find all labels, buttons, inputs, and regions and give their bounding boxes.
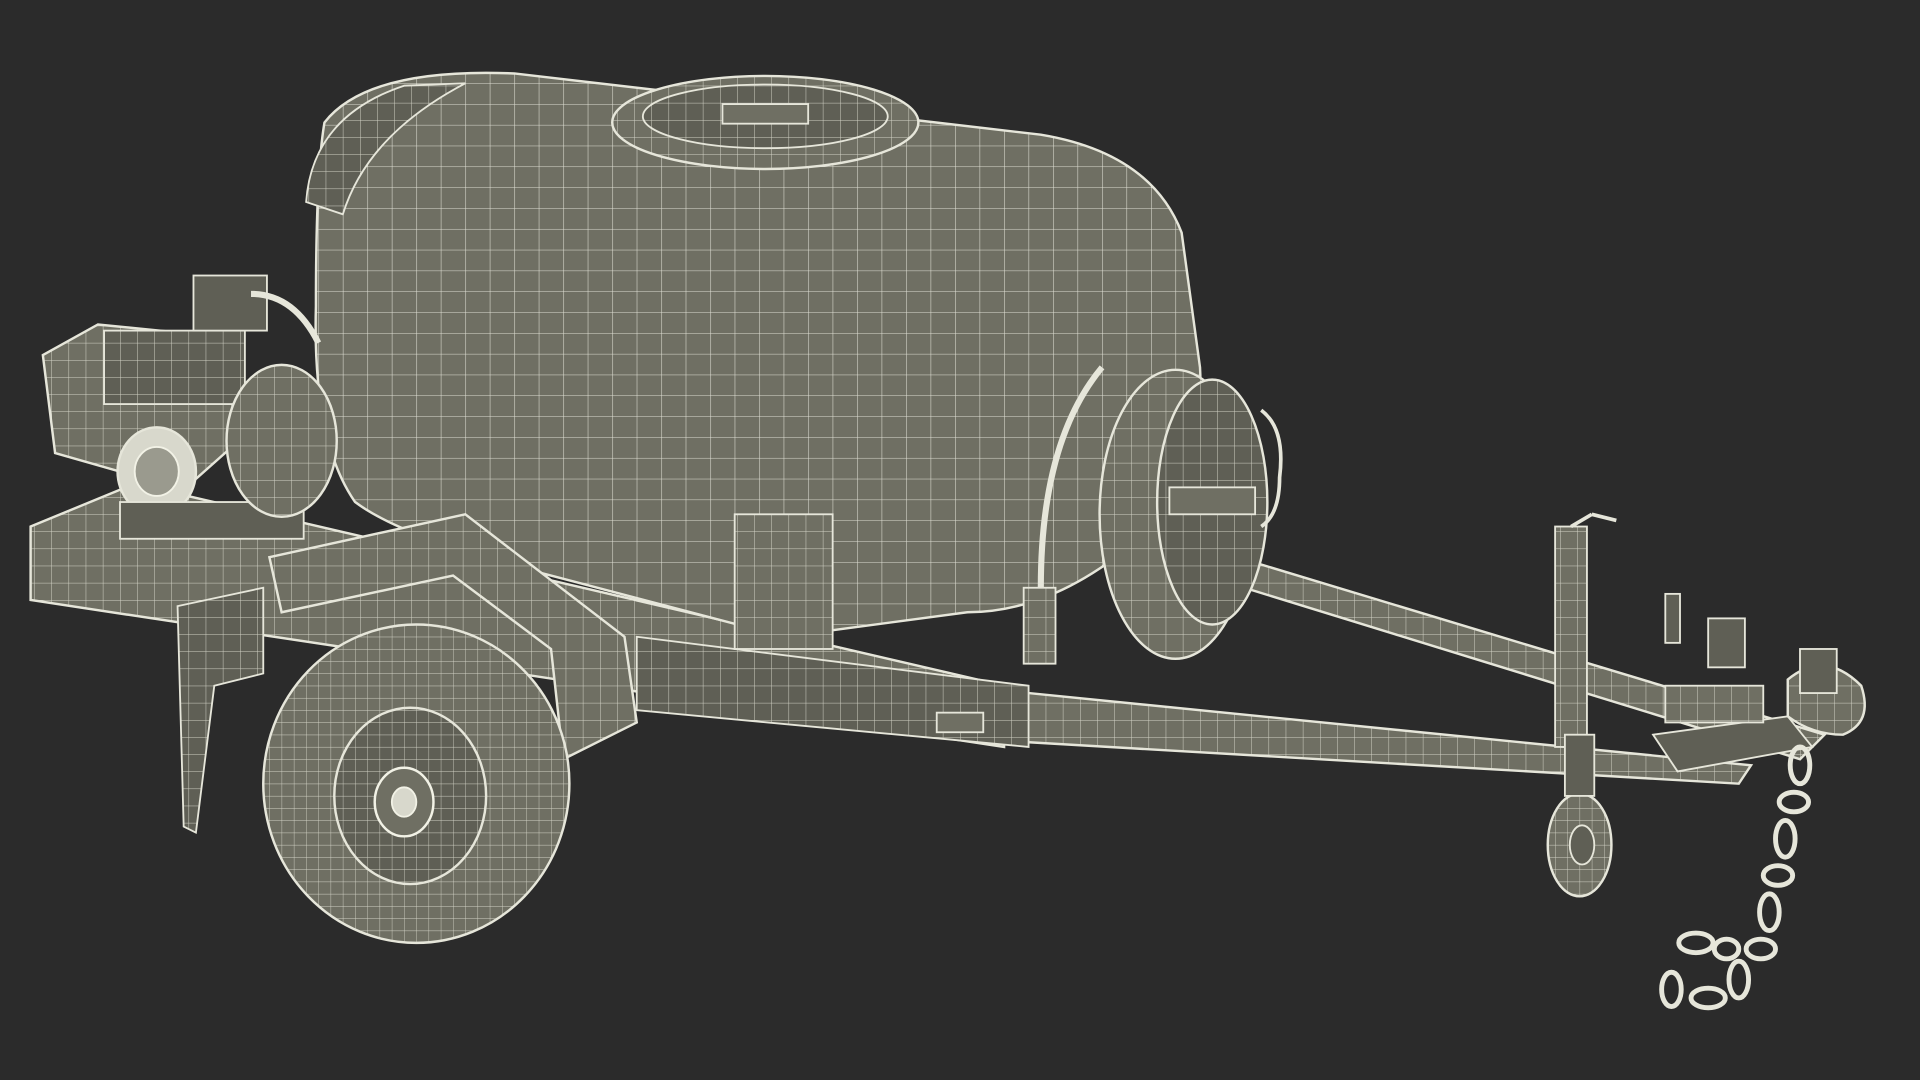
wireframe-trailer-scene <box>0 0 1920 1080</box>
wheel <box>262 623 571 945</box>
tank-lid <box>611 74 920 171</box>
